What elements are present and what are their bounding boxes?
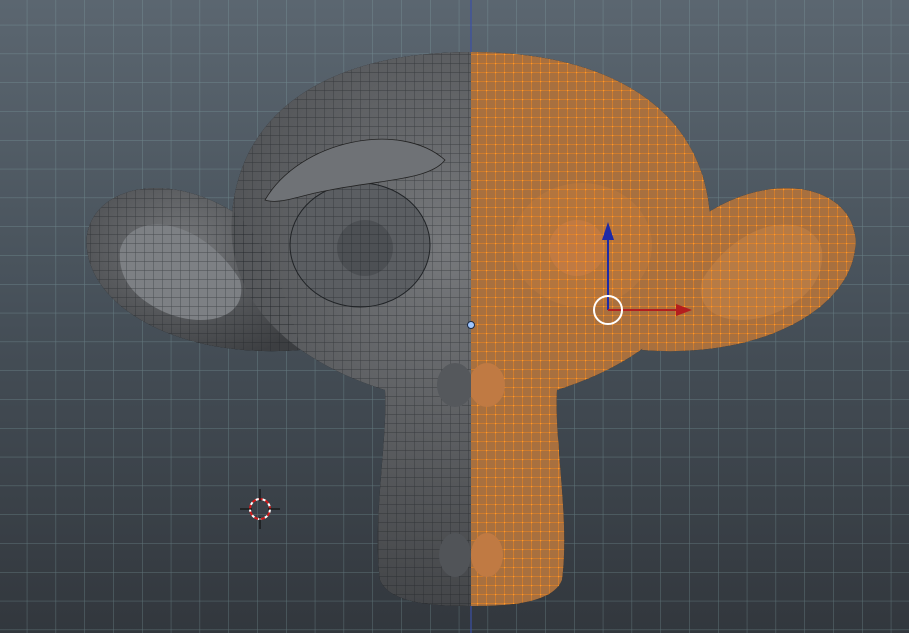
3d-viewport[interactable] <box>0 0 909 633</box>
object-origin-icon <box>467 321 475 329</box>
3d-cursor-icon[interactable] <box>240 489 280 529</box>
mesh-overlay <box>86 52 856 606</box>
